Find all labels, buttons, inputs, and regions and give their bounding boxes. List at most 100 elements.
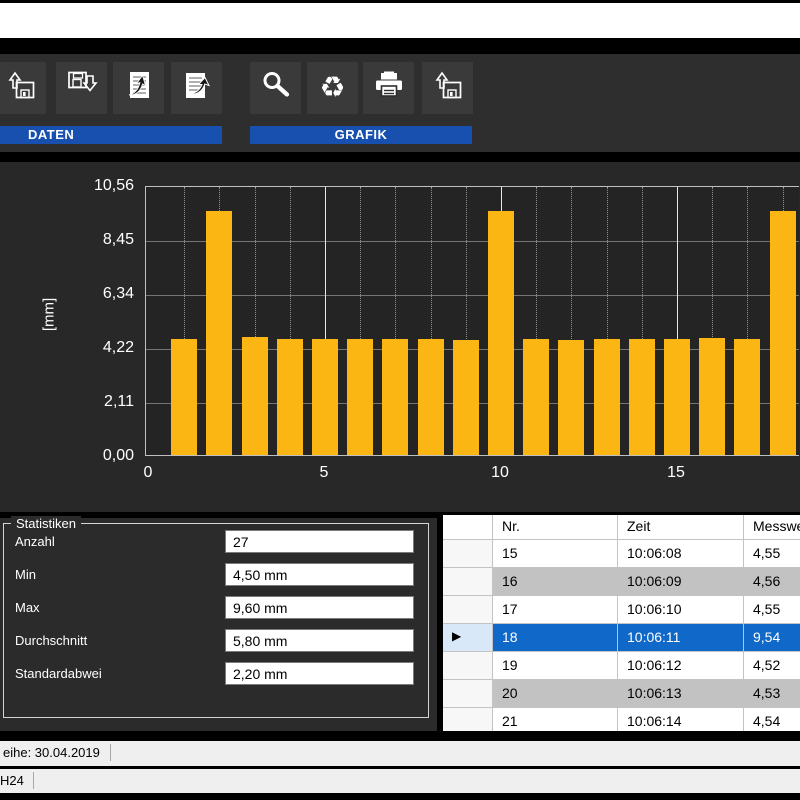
measurement-bar xyxy=(594,339,620,455)
y-tick-label: 6,34 xyxy=(50,285,134,303)
table-cell-nr[interactable]: 18 xyxy=(493,624,618,652)
stat-value-field-anzahl[interactable] xyxy=(225,530,414,553)
toolbar-group-label-grafik: GRAFIK xyxy=(250,126,472,144)
print-button[interactable] xyxy=(363,62,414,114)
save-data-button[interactable] xyxy=(56,62,107,114)
statistics-groupbox-title: Statistiken xyxy=(11,516,81,531)
printer-icon xyxy=(371,68,407,109)
refresh-button[interactable]: ♻ xyxy=(307,62,358,114)
import-document-button[interactable] xyxy=(113,62,164,114)
table-cell-messwert[interactable]: 4,55 xyxy=(744,540,800,568)
table-cell-messwert[interactable]: 4,56 xyxy=(744,568,800,596)
table-cell-nr[interactable]: 20 xyxy=(493,680,618,708)
table-cell-messwert[interactable]: 4,54 xyxy=(744,708,800,731)
measurement-bar xyxy=(488,211,514,455)
zoom-button[interactable] xyxy=(250,62,301,114)
statusbar-series: eihe: 30.04.2019 xyxy=(0,741,800,766)
measurement-bar xyxy=(664,339,690,455)
measurement-bar xyxy=(171,339,197,455)
measurement-bar xyxy=(277,339,303,455)
chart-panel: 0,00 2,11 4,22 6,34 8,45 10,56 0 5 10 15 [mm] xyxy=(0,162,800,512)
table-cell-zeit[interactable]: 10:06:13 xyxy=(618,680,744,708)
window-title-band xyxy=(0,3,800,38)
stat-value-field-standardabwei[interactable] xyxy=(225,662,414,685)
toolbar-group-label-daten: DATEN xyxy=(0,126,222,144)
stat-label-min: Min xyxy=(15,567,36,582)
stat-label-anzahl: Anzahl xyxy=(15,534,55,549)
document-export-icon xyxy=(179,68,215,109)
stat-value-field-min[interactable] xyxy=(225,563,414,586)
table-cell-zeit[interactable]: 10:06:10 xyxy=(618,596,744,624)
row-selector-cell[interactable]: ▶ xyxy=(443,624,493,652)
table-cell-zeit[interactable]: 10:06:14 xyxy=(618,708,744,731)
table-cell-zeit[interactable]: 10:06:12 xyxy=(618,652,744,680)
y-tick-label: 0,00 xyxy=(50,447,134,465)
table-cell-messwert[interactable]: 4,52 xyxy=(744,652,800,680)
floppy-arrow-down-icon xyxy=(64,68,100,109)
recycle-icon: ♻ xyxy=(320,74,346,103)
export-document-button[interactable] xyxy=(171,62,222,114)
table-cell-nr[interactable]: 19 xyxy=(493,652,618,680)
y-tick-label: 8,45 xyxy=(50,231,134,249)
y-tick-label: 10,56 xyxy=(50,177,134,195)
x-tick-label: 15 xyxy=(654,464,698,482)
statusbar-separator xyxy=(33,772,34,789)
statusbar-device-text: H24 xyxy=(0,773,24,788)
table-cell-messwert[interactable]: 9,54 xyxy=(744,624,800,652)
stat-value-field-durchschnitt[interactable] xyxy=(225,629,414,652)
column-header: Messwert xyxy=(744,515,800,540)
measurement-bar xyxy=(453,340,479,455)
statusbar-series-text: eihe: 30.04.2019 xyxy=(3,745,100,760)
y-axis-unit-label: [mm] xyxy=(41,282,58,348)
column-header: Zeit xyxy=(618,515,744,540)
measurement-bar xyxy=(347,339,373,455)
statusbar-device: H24 xyxy=(0,769,800,793)
measurement-bar xyxy=(629,339,655,455)
table-cell-zeit[interactable]: 10:06:09 xyxy=(618,568,744,596)
y-tick-label: 4,22 xyxy=(50,339,134,357)
x-tick-label: 0 xyxy=(126,464,170,482)
statusbar-separator xyxy=(110,744,111,761)
x-tick-label: 10 xyxy=(478,464,522,482)
stat-label-durchschnitt: Durchschnitt xyxy=(15,633,87,648)
app-window: { "app": { "accent_blue": "#1750ae", "to… xyxy=(0,0,800,800)
row-selector-cell[interactable] xyxy=(443,568,493,596)
x-tick-label: 5 xyxy=(302,464,346,482)
row-selector-cell[interactable] xyxy=(443,596,493,624)
stat-label-standardabwei: Standardabwei xyxy=(15,666,102,681)
toolbar: ♻ DATEN GRAFIK xyxy=(0,54,800,152)
floppy-arrow-up-icon xyxy=(3,68,39,109)
table-cell-zeit[interactable]: 10:06:11 xyxy=(618,624,744,652)
gridline-horizontal xyxy=(146,295,799,296)
table-cell-nr[interactable]: 21 xyxy=(493,708,618,731)
measurement-bar xyxy=(699,338,725,455)
bar-chart-plot-area xyxy=(145,186,799,456)
measurement-bar xyxy=(770,211,796,455)
save-graphic-button[interactable] xyxy=(422,62,473,114)
current-row-arrow-icon: ▶ xyxy=(452,630,461,642)
table-cell-nr[interactable]: 16 xyxy=(493,568,618,596)
document-arrow-icon xyxy=(121,68,157,109)
measurement-bar xyxy=(734,339,760,455)
y-tick-label: 2,11 xyxy=(50,393,134,411)
row-selector-cell[interactable] xyxy=(443,652,493,680)
measurement-bar xyxy=(312,339,338,455)
table-cell-nr[interactable]: 17 xyxy=(493,596,618,624)
gridline-horizontal xyxy=(146,241,799,242)
table-cell-nr[interactable]: 15 xyxy=(493,540,618,568)
measurement-bar xyxy=(523,339,549,455)
statistics-panel: Statistiken AnzahlMinMaxDurchschnittStan… xyxy=(0,518,437,731)
row-selector-cell[interactable] xyxy=(443,680,493,708)
statistics-groupbox: Statistiken AnzahlMinMaxDurchschnittStan… xyxy=(3,523,429,718)
measurement-bar xyxy=(382,339,408,455)
stat-value-field-max[interactable] xyxy=(225,596,414,619)
row-selector-cell[interactable] xyxy=(443,540,493,568)
load-data-button[interactable] xyxy=(0,62,46,114)
table-cell-messwert[interactable]: 4,53 xyxy=(744,680,800,708)
table-cell-messwert[interactable]: 4,55 xyxy=(744,596,800,624)
column-header: Nr. xyxy=(493,515,618,540)
magnifier-icon xyxy=(258,68,294,109)
table-cell-zeit[interactable]: 10:06:08 xyxy=(618,540,744,568)
row-selector-cell[interactable] xyxy=(443,708,493,731)
measurement-bar xyxy=(206,211,232,455)
